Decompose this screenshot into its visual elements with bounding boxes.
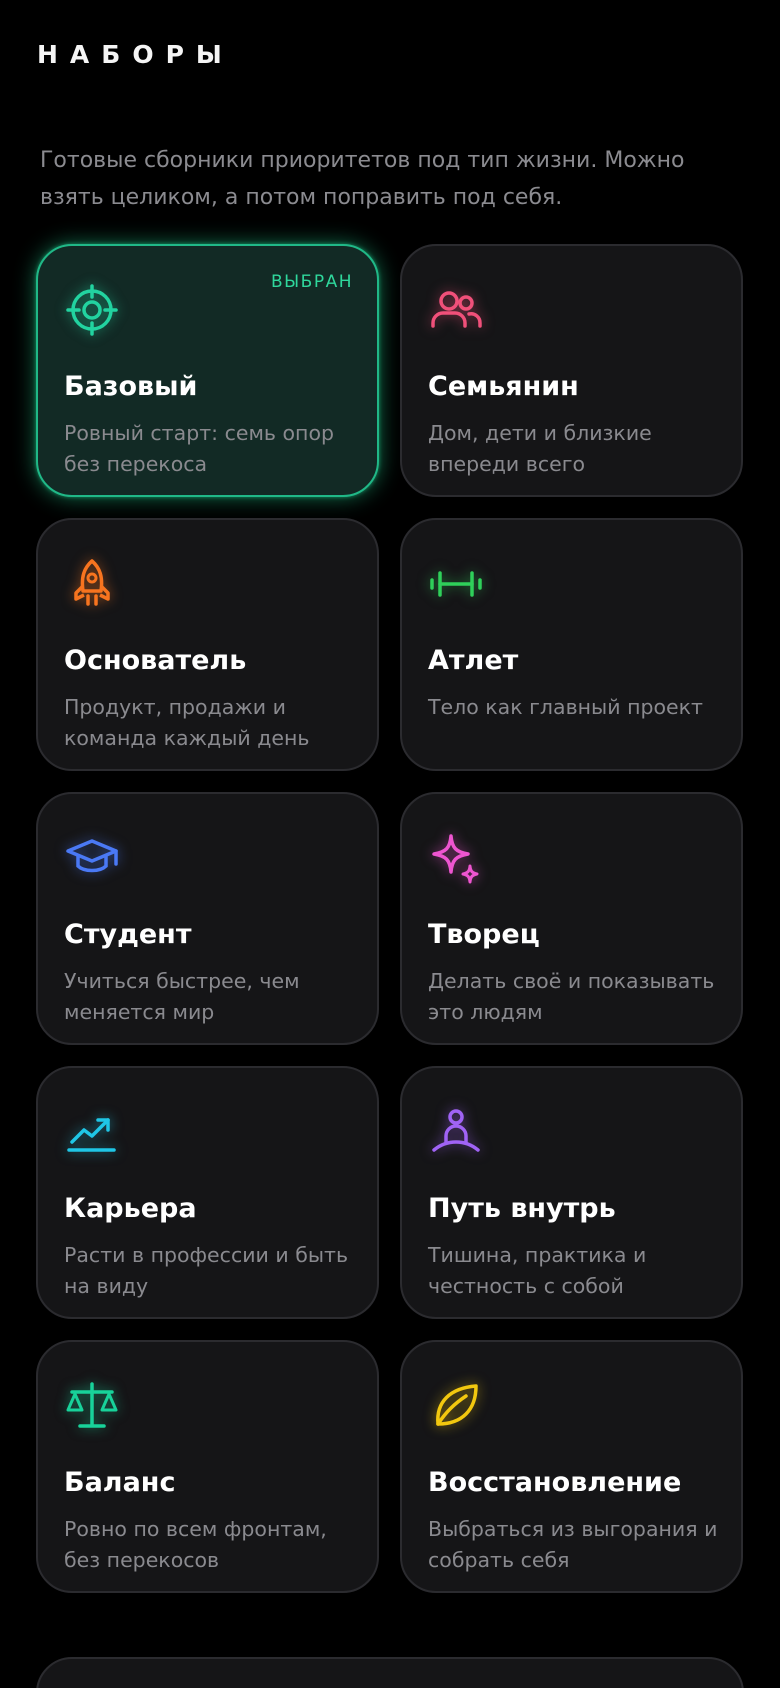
preset-description: Продукт, продажи и команда каждый день: [64, 695, 310, 750]
preset-card-inner[interactable]: Путь внутрь Тишина, практика и честность …: [400, 1066, 743, 1319]
meditation-person-icon: [426, 1102, 486, 1162]
preset-title: Восстановление: [428, 1467, 682, 1498]
scale-icon: [62, 1376, 122, 1436]
leaf-icon: [426, 1376, 486, 1436]
preset-card-balance[interactable]: Баланс Ровно по всем фронтам, без перекос…: [36, 1340, 379, 1593]
preset-card-founder[interactable]: Основатель Продукт, продажи и команда каж…: [36, 518, 379, 771]
preset-card-base[interactable]: ВЫБРАН Базовый Ровный старт: семь опор без…: [36, 244, 379, 497]
preset-card-family[interactable]: Семьянин Дом, дети и близкие впереди всег…: [400, 244, 743, 497]
target-icon: [62, 280, 122, 340]
preset-description: Тело как главный проект: [428, 695, 703, 719]
preset-title: Студент: [64, 919, 192, 950]
preset-title: Основатель: [64, 645, 247, 676]
sparkles-icon: [426, 828, 486, 888]
preset-title: Путь внутрь: [428, 1193, 616, 1224]
preset-title: Карьера: [64, 1193, 197, 1224]
preset-description: Расти в профессии и быть на виду: [64, 1243, 349, 1298]
trending-up-icon: [62, 1102, 122, 1162]
presets-screen: НАБОРЫ Готовые сборники приоритетов под …: [0, 0, 780, 1688]
users-icon: [426, 280, 486, 340]
preset-description: Дом, дети и близкие впереди всего: [428, 421, 652, 476]
preset-description: Делать своё и показывать это людям: [428, 969, 715, 1024]
preset-card-athlete[interactable]: Атлет Тело как главный проект: [400, 518, 743, 771]
preset-description: Учиться быстрее, чем меняется мир: [64, 969, 300, 1024]
preset-title: Базовый: [64, 371, 198, 402]
selected-badge: ВЫБРАН: [271, 272, 353, 292]
preset-description: Выбраться из выгорания и собрать себя: [428, 1517, 718, 1572]
preset-title: Баланс: [64, 1467, 176, 1498]
preset-title: Семьянин: [428, 371, 579, 402]
graduation-cap-icon: [62, 828, 122, 888]
preset-description: Тишина, практика и честность с собой: [428, 1243, 647, 1298]
preset-card-career[interactable]: Карьера Расти в профессии и быть на виду: [36, 1066, 379, 1319]
rocket-icon: [62, 554, 122, 614]
preset-title: Атлет: [428, 645, 519, 676]
preset-card-creator[interactable]: Творец Делать своё и показывать это людям: [400, 792, 743, 1045]
preset-description: Ровный старт: семь опор без перекоса: [64, 421, 335, 476]
presets-grid: ВЫБРАН Базовый Ровный старт: семь опор без…: [36, 244, 744, 1593]
preset-card-student[interactable]: Студент Учиться быстрее, чем меняется мир: [36, 792, 379, 1045]
page-title: НАБОРЫ: [37, 40, 234, 69]
preset-description: Ровно по всем фронтам, без перекосов: [64, 1517, 327, 1572]
preset-card-recovery[interactable]: Восстановление Выбраться из выгорания и с…: [400, 1340, 743, 1593]
preset-title: Творец: [428, 919, 540, 950]
intro-text: Готовые сборники приоритетов под тип жиз…: [40, 148, 685, 210]
dumbbell-icon: [426, 554, 486, 614]
bottom-card: [36, 1657, 744, 1688]
